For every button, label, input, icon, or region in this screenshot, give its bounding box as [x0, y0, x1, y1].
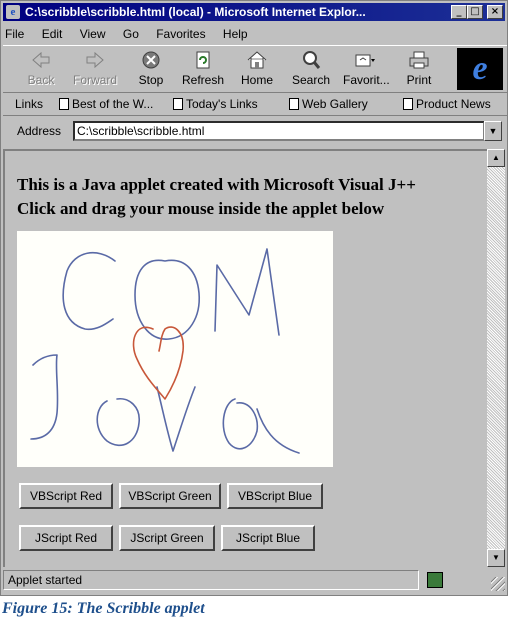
address-label: Address [17, 124, 62, 138]
menu-edit[interactable]: Edit [42, 27, 63, 41]
print-button[interactable]: Print [397, 50, 441, 90]
link-label: Product News [416, 97, 491, 111]
address-bar: Address C:\scribble\scribble.html ▼ [3, 118, 507, 144]
menu-view[interactable]: View [80, 27, 106, 41]
link-todays-links[interactable]: Today's Links [173, 94, 258, 114]
ie-logo: e [457, 48, 503, 90]
home-icon [247, 51, 267, 69]
menu-go[interactable]: Go [123, 27, 139, 41]
back-arrow-icon [32, 51, 50, 69]
jscript-blue-button[interactable]: JScript Blue [221, 525, 315, 551]
jscript-green-button[interactable]: JScript Green [119, 525, 215, 551]
heading-line-2: Click and drag your mouse inside the app… [17, 199, 385, 218]
menu-bar: File Edit View Go Favorites Help [5, 25, 262, 43]
stop-icon [142, 51, 160, 69]
scroll-up-arrow-icon: ▲ [492, 153, 500, 162]
scroll-down-button[interactable]: ▼ [487, 549, 505, 567]
address-dropdown-button[interactable]: ▼ [484, 121, 502, 141]
toolbar: Back Forward Stop Refresh Home Search Fa… [3, 45, 507, 93]
scroll-up-button[interactable]: ▲ [487, 149, 505, 167]
back-button[interactable]: Back [19, 50, 63, 90]
scribble-applet-canvas[interactable] [17, 231, 333, 467]
link-label: Web Gallery [302, 97, 368, 111]
back-label: Back [27, 73, 55, 87]
title-bar: e C:\scribble\scribble.html (local) - Mi… [3, 3, 505, 21]
jscript-red-button[interactable]: JScript Red [19, 525, 113, 551]
link-web-gallery[interactable]: Web Gallery [289, 94, 368, 114]
security-zone-icon [427, 572, 443, 588]
stop-label: Stop [138, 73, 164, 87]
link-product-news[interactable]: Product News [403, 94, 491, 114]
forward-arrow-icon [86, 51, 104, 69]
search-icon [303, 51, 321, 69]
vbscript-red-button[interactable]: VBScript Red [19, 483, 113, 509]
ie-window-icon[interactable]: e [6, 5, 20, 19]
status-text: Applet started [3, 570, 419, 590]
menu-favorites[interactable]: Favorites [156, 27, 205, 41]
forward-label: Forward [73, 73, 118, 87]
search-button[interactable]: Search [289, 50, 333, 90]
print-label: Print [406, 73, 432, 87]
minimize-button[interactable]: _ [451, 5, 467, 19]
scroll-down-arrow-icon: ▼ [492, 553, 500, 562]
page-icon [289, 98, 299, 110]
vbscript-blue-button[interactable]: VBScript Blue [227, 483, 323, 509]
resize-grip-icon[interactable] [491, 577, 505, 591]
chevron-down-icon: ▼ [488, 126, 498, 136]
refresh-label: Refresh [181, 73, 225, 87]
menu-file[interactable]: File [5, 27, 24, 41]
browser-window: e C:\scribble\scribble.html (local) - Mi… [0, 0, 508, 596]
favorites-folder-icon [355, 54, 375, 67]
refresh-icon [196, 51, 210, 69]
heading-line-1: This is a Java applet created with Micro… [17, 175, 416, 194]
link-label: Best of the W... [72, 97, 154, 111]
menu-help[interactable]: Help [223, 27, 248, 41]
refresh-button[interactable]: Refresh [181, 50, 225, 90]
figure-caption: Figure 15: The Scribble applet [2, 600, 205, 617]
status-bar: Applet started [3, 569, 507, 593]
maximize-button[interactable]: □ [467, 5, 483, 19]
page-icon [173, 98, 183, 110]
page-icon [403, 98, 413, 110]
window-title: C:\scribble\scribble.html (local) - Micr… [25, 5, 366, 19]
home-button[interactable]: Home [235, 50, 279, 90]
address-input[interactable]: C:\scribble\scribble.html [73, 121, 485, 141]
link-best-of-web[interactable]: Best of the W... [59, 94, 153, 114]
page-heading: This is a Java applet created with Micro… [17, 173, 416, 221]
home-label: Home [240, 73, 273, 87]
search-label: Search [291, 73, 331, 87]
vbscript-green-button[interactable]: VBScript Green [119, 483, 221, 509]
links-bar: Links Best of the W... Today's Links Web… [3, 94, 507, 116]
forward-button[interactable]: Forward [73, 50, 117, 90]
links-label: Links [15, 97, 44, 111]
favorites-label: Favorit... [343, 73, 390, 87]
page-content: This is a Java applet created with Micro… [3, 149, 487, 567]
printer-icon [409, 51, 429, 69]
stop-button[interactable]: Stop [129, 50, 173, 90]
page-icon [59, 98, 69, 110]
link-label: Today's Links [186, 97, 258, 111]
favorites-button[interactable]: Favorit... [343, 50, 390, 90]
close-button[interactable]: × [487, 5, 503, 19]
vertical-scrollbar[interactable]: ▲ ▼ [487, 149, 505, 567]
